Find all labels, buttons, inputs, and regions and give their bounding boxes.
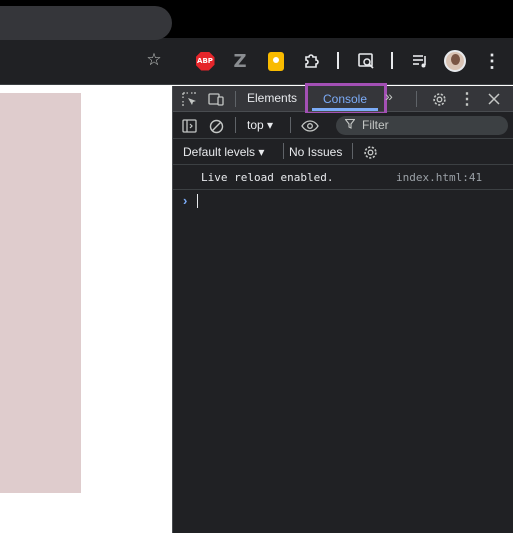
avatar[interactable] [443,49,467,73]
toolbar-divider [337,52,339,69]
issues-button[interactable]: No Issues [289,145,342,159]
adblock-plus-label: ABP [195,51,215,71]
eye-icon[interactable] [299,115,321,137]
clear-console-icon[interactable] [206,115,226,137]
filter-funnel-icon [344,118,356,132]
inspect-element-icon[interactable] [179,88,199,110]
google-keep-icon[interactable] [264,49,288,73]
context-selector[interactable]: top ▾ [247,118,273,132]
tab-elements[interactable]: Elements [247,91,297,105]
browser-toolbar [0,38,513,85]
console-settings-gear-icon[interactable] [360,141,380,163]
console-input[interactable] [197,194,198,208]
log-levels-dropdown[interactable]: Default levels ▾ [183,145,264,159]
devtools-extension-icon[interactable] [354,49,378,73]
console-tab-highlight-box [305,83,387,115]
address-bar[interactable] [0,6,172,40]
star-icon[interactable]: ☆ [144,50,164,70]
more-tabs-chevron-icon[interactable]: » [385,88,393,104]
devtools-more-options-icon[interactable]: ⋮ [457,88,477,110]
console-toolbar-divider [235,117,236,133]
sidebar-toggle-icon[interactable] [179,115,199,137]
console-message-text: Live reload enabled. [201,171,334,184]
console-toolbar-divider [290,117,291,133]
console-message-source-link[interactable]: index.html:41 [396,171,482,184]
devtools-divider [235,91,236,107]
devtools-divider [416,91,417,107]
gear-icon[interactable] [429,88,449,110]
page-content-block [0,93,81,493]
close-icon[interactable] [484,88,504,110]
console-prompt-chevron-icon: › [183,193,188,208]
media-control-icon[interactable] [408,49,432,73]
console-toolbar-divider [352,143,353,159]
device-toolbar-icon[interactable] [206,88,226,110]
adblock-plus-icon[interactable]: ABP [193,49,217,73]
puzzle-extensions-icon[interactable] [300,49,324,73]
console-message-divider [173,189,513,190]
z-icon[interactable]: Z [228,49,252,73]
toolbar-divider [391,52,393,69]
kebab-menu-icon[interactable]: ⋮ [480,49,504,73]
filter-input[interactable]: Filter [336,116,508,135]
console-toolbar-divider [283,143,284,159]
